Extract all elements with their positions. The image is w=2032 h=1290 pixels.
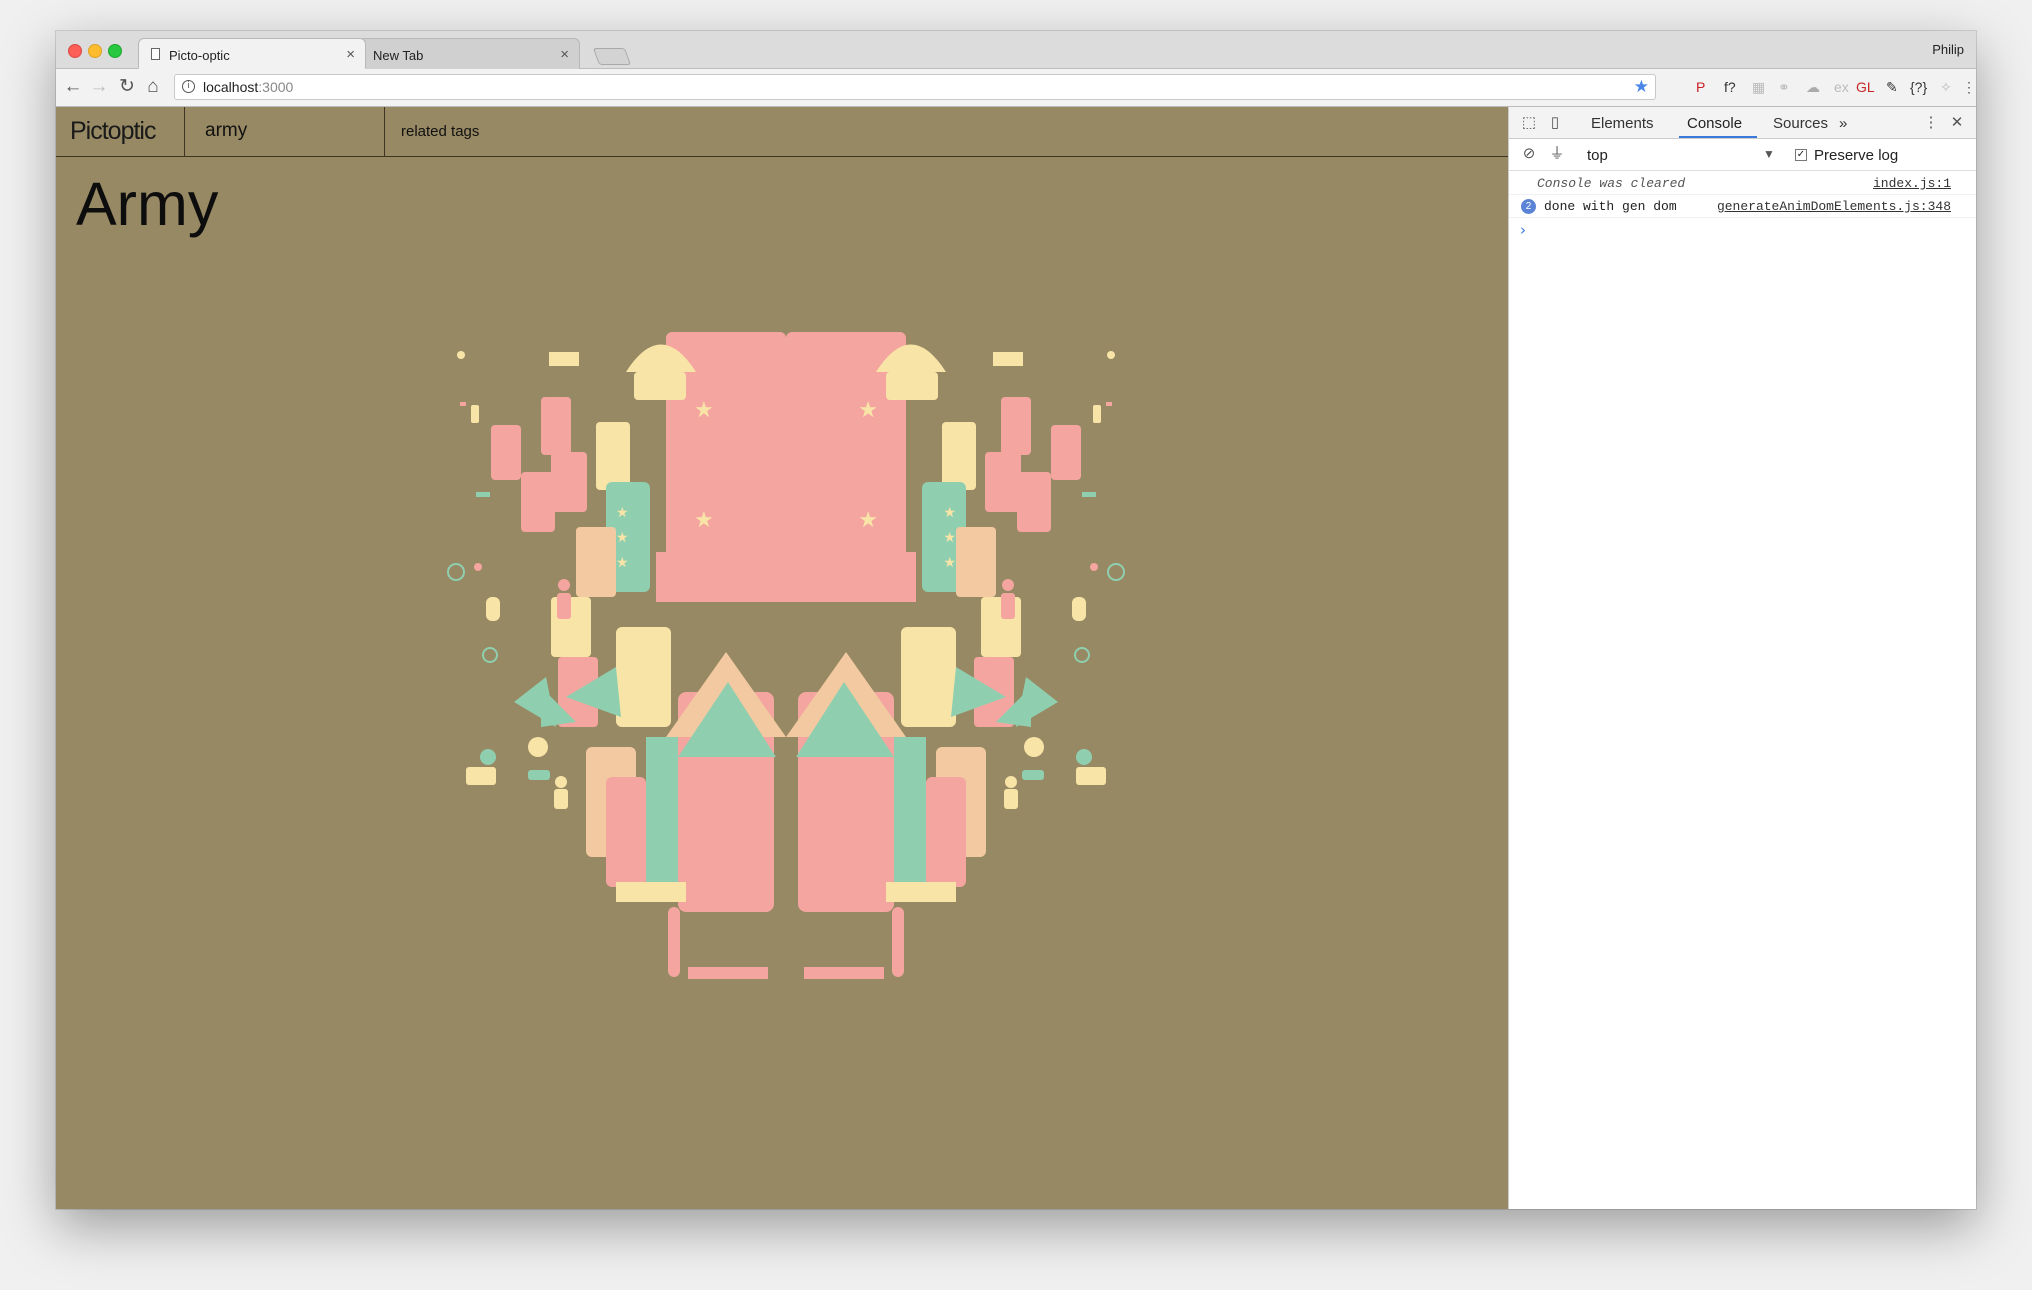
svg-text:★: ★ [616, 505, 629, 521]
repeat-count-badge: 2 [1521, 199, 1536, 214]
back-arrow-icon[interactable]: ← [62, 76, 84, 98]
window-minimize-button[interactable] [88, 44, 102, 58]
page-viewport: Pictoptic army related tags Army ★ ★ ★ ★… [56, 107, 1508, 1209]
artwork-mirror-half [775, 331, 1125, 980]
active-tab-indicator [1679, 136, 1757, 138]
json-extension-icon[interactable]: {?} [1910, 77, 1927, 97]
new-tab-button[interactable] [592, 48, 632, 65]
close-tab-icon[interactable]: × [560, 46, 569, 63]
close-devtools-icon[interactable]: ✕ [1947, 113, 1967, 133]
devtools-tab-bar: ⬚ ▯ Elements Console Sources » ⋮ ✕ [1509, 107, 1976, 139]
tab-new-tab[interactable]: New Tab × [358, 38, 580, 69]
devtools-menu-icon[interactable]: ⋮ [1921, 113, 1941, 133]
artwork-half: ★ ★ ★ ★ ★ [447, 332, 796, 979]
console-message: Console was cleared index.js:1 [1509, 172, 1976, 195]
url-port: :3000 [258, 79, 294, 95]
console-message-text: Console was cleared [1537, 176, 1686, 191]
ex-extension-icon[interactable]: ex [1834, 77, 1849, 97]
console-toolbar: ⊘ ⏚ top ▼ ✓ Preserve log [1509, 139, 1976, 171]
forward-arrow-icon[interactable]: → [88, 76, 110, 98]
profile-name[interactable]: Philip [1932, 42, 1964, 57]
menu-icon[interactable]: ⋮ [1962, 77, 1976, 97]
reload-icon[interactable]: ↻ [116, 76, 138, 98]
gl-extension-icon[interactable]: GL [1856, 77, 1875, 97]
tab-picto-optic[interactable]: Picto-optic × [138, 38, 366, 69]
site-logo[interactable]: Pictoptic [70, 117, 156, 146]
browser-window: Picto-optic × New Tab × Philip ← → ↻ ⌂ i… [56, 31, 1976, 1209]
tab-title: New Tab [373, 48, 424, 63]
preserve-log-checkbox[interactable]: ✓ [1795, 149, 1807, 161]
link-extension-icon[interactable]: ⚭ [1778, 77, 1790, 97]
tab-sources[interactable]: Sources [1773, 115, 1828, 132]
console-message-text: done with gen dom [1544, 199, 1677, 214]
tab-title: Picto-optic [169, 48, 230, 63]
header-divider [384, 107, 385, 156]
eyedropper-icon[interactable]: ✎ [1886, 77, 1898, 97]
tab-strip: Picto-optic × New Tab × Philip [56, 31, 1976, 69]
inspect-element-icon[interactable]: ⬚ [1519, 113, 1539, 133]
search-term-input[interactable]: army [205, 120, 247, 142]
cloud-extension-icon[interactable]: ☁ [1806, 77, 1820, 97]
clear-console-icon[interactable]: ⊘ [1519, 144, 1539, 164]
console-prompt[interactable]: › [1520, 221, 1526, 239]
svg-text:★: ★ [694, 398, 714, 423]
window-maximize-button[interactable] [108, 44, 122, 58]
info-icon[interactable]: i [182, 80, 195, 93]
kaleidoscope-artwork: ★ ★ ★ ★ ★ [447, 331, 1125, 980]
svg-text:★: ★ [694, 508, 714, 533]
page-icon [151, 48, 160, 60]
svg-text:★: ★ [616, 530, 629, 546]
more-tabs-icon[interactable]: » [1839, 115, 1847, 132]
console-message: 2 done with gen dom generateAnimDomEleme… [1509, 195, 1976, 218]
filter-icon[interactable]: ⏚ [1547, 144, 1567, 164]
puzzle-extension-icon[interactable]: ✧ [1940, 77, 1952, 97]
window-close-button[interactable] [68, 44, 82, 58]
browser-toolbar: ← → ↻ ⌂ i localhost:3000 ★ Pf? ▦ ⚭ ☁ ex GL ✎ {?… [56, 69, 1976, 107]
header-divider [184, 107, 185, 156]
devtools-panel: ⬚ ▯ Elements Console Sources » ⋮ ✕ ⊘ ⏚ t… [1508, 107, 1976, 1209]
url-host: localhost [203, 79, 259, 95]
home-icon[interactable]: ⌂ [142, 76, 164, 98]
address-bar[interactable]: i localhost:3000 ★ [174, 74, 1656, 100]
related-tags-link[interactable]: related tags [401, 123, 479, 140]
pinterest-icon[interactable]: P [1696, 77, 1705, 97]
page-title: Army [76, 170, 219, 238]
tab-console[interactable]: Console [1687, 115, 1742, 132]
console-source-link[interactable]: index.js:1 [1873, 176, 1951, 191]
console-source-link[interactable]: generateAnimDomElements.js:348 [1717, 199, 1951, 214]
bookmark-star-icon[interactable]: ★ [1634, 75, 1649, 99]
context-selector[interactable]: top [1587, 147, 1608, 164]
svg-text:★: ★ [616, 555, 629, 571]
function-icon[interactable]: f? [1724, 77, 1736, 97]
device-toolbar-icon[interactable]: ▯ [1545, 113, 1565, 133]
tab-elements[interactable]: Elements [1591, 115, 1654, 132]
site-header: Pictoptic army related tags [56, 107, 1508, 157]
grid-extension-icon[interactable]: ▦ [1752, 77, 1765, 97]
close-tab-icon[interactable]: × [346, 46, 355, 63]
preserve-log-label[interactable]: Preserve log [1814, 147, 1898, 164]
chevron-down-icon[interactable]: ▼ [1763, 147, 1775, 161]
